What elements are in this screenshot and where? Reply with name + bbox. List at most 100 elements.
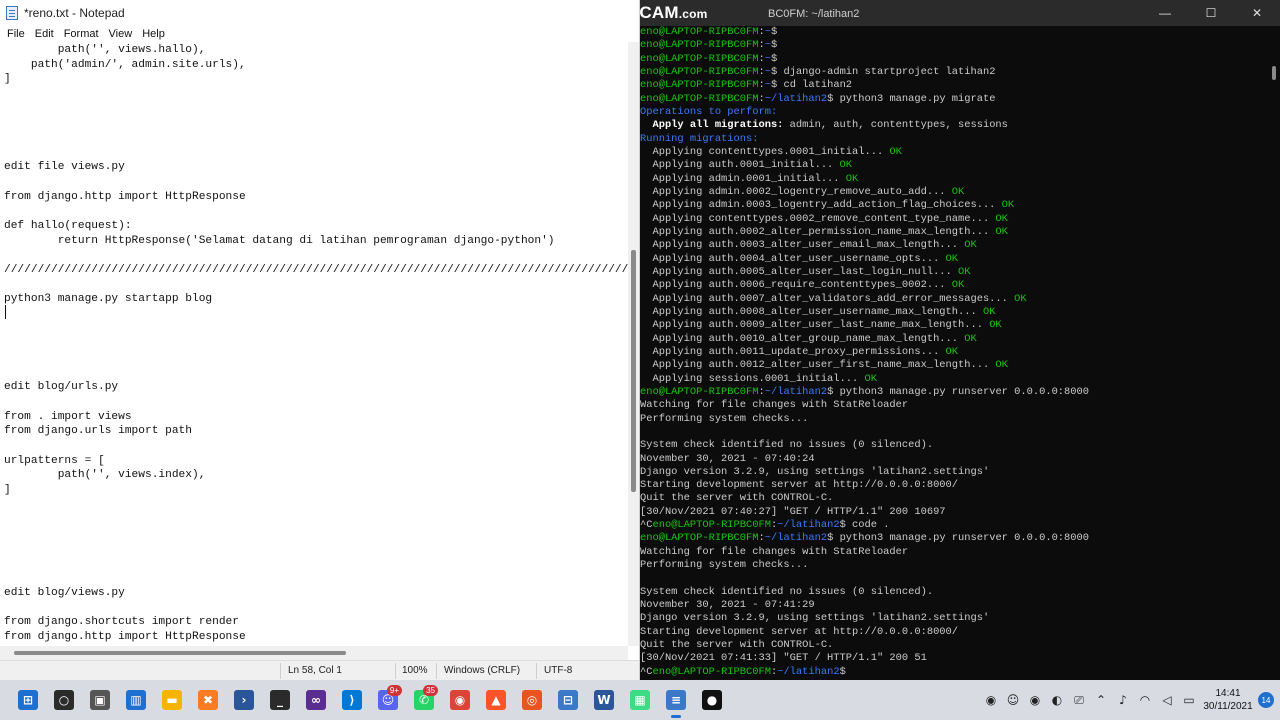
terminal-line: Applying admin.0002_logentry_remove_auto… xyxy=(640,186,1268,199)
notification-badge[interactable]: 14 xyxy=(1258,692,1274,708)
scroll-thumb[interactable] xyxy=(631,250,636,492)
android-app[interactable]: ▦ xyxy=(622,680,658,720)
terminal-text: Quit the server with CONTROL-C. xyxy=(640,639,834,652)
editor-line: def hallo(request): xyxy=(4,220,132,233)
terminal-line: ^Ceno@LAPTOP-RIPBC0FM:~/latihan2$ xyxy=(640,666,1268,679)
terminal-text: Applying auth.0001_initial... xyxy=(640,159,834,172)
menu-view[interactable]: View xyxy=(104,28,138,40)
terminal-line: Applying auth.0006_require_contenttypes_… xyxy=(640,279,1268,292)
scroll-thumb[interactable] xyxy=(1272,66,1276,80)
notepad-title: *reno.txt - Notepad xyxy=(24,6,125,20)
shield-tray-icon[interactable]: ◐ xyxy=(1046,680,1068,720)
search-button[interactable]: ○ xyxy=(46,680,82,720)
network-tool-app[interactable]: ⊟ xyxy=(550,680,586,720)
terminal-scrollbar[interactable] xyxy=(1268,26,1280,680)
terminal-text: Applying auth.0010_alter_group_name_max_… xyxy=(640,332,959,345)
wifi-icon[interactable]: ◠ xyxy=(1134,680,1156,720)
terminal-text: Starting development server at http://0.… xyxy=(640,479,959,492)
prompt-user: eno@LAPTOP-RIPBC0FM xyxy=(640,385,759,398)
prompt-user: eno@LAPTOP-RIPBC0FM xyxy=(640,52,759,65)
terminal-output[interactable]: eno@LAPTOP-RIPBC0FM:~$ eno@LAPTOP-RIPBC0F… xyxy=(640,26,1268,680)
widgets-button[interactable]: ▥ xyxy=(118,680,154,720)
brave-app[interactable]: ▲ xyxy=(478,680,514,720)
editor-line: ////////////////////////////////////////… xyxy=(4,264,628,277)
editor-line: from django.urls import path xyxy=(4,425,192,438)
terminal-text: OK xyxy=(945,185,965,198)
terminal-text: OK xyxy=(951,265,971,278)
word-icon: W xyxy=(594,690,614,710)
terminal-app[interactable]: _ xyxy=(262,680,298,720)
terminal-titlebar[interactable]: BC0FM: ~/latihan2 — ☐ ✕ xyxy=(640,0,1280,26)
prompt-path: ~/latihan2 xyxy=(777,519,840,532)
terminal-text: Applying auth.0006_require_contenttypes_… xyxy=(640,279,946,292)
word-app[interactable]: W xyxy=(586,680,622,720)
xampp-icon: ✖ xyxy=(198,690,218,710)
terminal-text: Applying contenttypes.0001_initial... xyxy=(640,145,884,158)
terminal-text: OK xyxy=(858,372,877,385)
maximize-button[interactable]: ☐ xyxy=(1188,0,1234,26)
terminal-text: OK xyxy=(989,359,1008,372)
prompt-path: ~/latihan2 xyxy=(777,665,840,678)
microphone-icon[interactable]: ♪ xyxy=(1112,680,1134,720)
discord-tray-icon[interactable]: ☺ xyxy=(1002,680,1024,720)
editor-line: edit file views.py xyxy=(4,161,125,174)
terminal-text: $ xyxy=(770,26,778,38)
chevron-up-icon[interactable]: ⌃ xyxy=(1090,680,1112,720)
record-tray-icon[interactable]: ◉ xyxy=(980,680,1002,720)
powershell-icon: › xyxy=(234,690,254,710)
ubuntu-icon: ◎ xyxy=(522,690,542,710)
terminal-text: System check identified no issues (0 sil… xyxy=(640,585,934,598)
battery-icon[interactable]: ▭ xyxy=(1178,680,1200,720)
terminal-text: ^C xyxy=(640,665,653,678)
status-separator xyxy=(280,663,281,679)
close-button[interactable]: ✕ xyxy=(1234,0,1280,26)
terminal-line: Running migrations: xyxy=(640,133,1268,146)
notepad-vertical-scrollbar[interactable] xyxy=(628,42,639,646)
file-explorer-app[interactable]: ▬ xyxy=(154,680,190,720)
start-button[interactable]: ⊞ xyxy=(10,680,46,720)
terminal-text: Applying auth.0005_alter_user_last_login… xyxy=(640,265,952,278)
clock[interactable]: 14:41 30/11/2021 xyxy=(1200,687,1256,713)
bandicam-app[interactable]: ● xyxy=(694,680,730,720)
terminal-line: Operations to perform: xyxy=(640,106,1268,119)
minimize-button[interactable]: — xyxy=(1142,0,1188,26)
usb-tray-icon[interactable]: ⎚ xyxy=(1068,680,1090,720)
terminal-text: Performing system checks... xyxy=(640,559,809,572)
terminal-text: Performing system checks... xyxy=(640,412,809,425)
menu-help[interactable]: Help xyxy=(137,28,170,40)
menu-file[interactable]: File xyxy=(2,28,30,40)
whatsapp-app[interactable]: ✆ 35 xyxy=(406,680,442,720)
vscode-app[interactable]: ⟩ xyxy=(334,680,370,720)
chrome-app[interactable]: ◉ xyxy=(442,680,478,720)
discord-app[interactable]: ☺ 9+ xyxy=(370,680,406,720)
notepad-text-area[interactable]: path('', views.hallo), path('admin/', ad… xyxy=(0,42,628,646)
terminal-text: OK xyxy=(982,319,1002,332)
search-icon: ○ xyxy=(54,690,74,710)
menu-format[interactable]: Format xyxy=(59,28,104,40)
menu-edit[interactable]: Edit xyxy=(30,28,59,40)
chrome-tray-icon[interactable]: ◉ xyxy=(1024,680,1046,720)
terminal-text: Watching for file changes with StatReloa… xyxy=(640,399,909,412)
terminal-line: Applying auth.0009_alter_user_last_name_… xyxy=(640,319,1268,332)
powershell-app[interactable]: › xyxy=(226,680,262,720)
bandicam-watermark: www.BANDICAM.com xyxy=(540,3,708,23)
notepad-app[interactable]: ≡ xyxy=(658,680,694,720)
terminal-line: Applying auth.0007_alter_validators_add_… xyxy=(640,293,1268,306)
terminal-line: November 30, 2021 - 07:41:29 xyxy=(640,599,1268,612)
notepad-icon xyxy=(6,6,18,20)
vs-app[interactable]: ∞ xyxy=(298,680,334,720)
terminal-line: Applying auth.0010_alter_group_name_max_… xyxy=(640,333,1268,346)
terminal-line: Watching for file changes with StatReloa… xyxy=(640,399,1268,412)
record-icon: ● xyxy=(702,690,722,710)
scroll-thumb[interactable] xyxy=(14,651,346,655)
notepad-horizontal-scrollbar[interactable] xyxy=(0,646,628,660)
terminal-line: System check identified no issues (0 sil… xyxy=(640,586,1268,599)
speaker-icon[interactable]: ◁ xyxy=(1156,680,1178,720)
task-view-button[interactable]: ▣ xyxy=(82,680,118,720)
ubuntu-app[interactable]: ◎ xyxy=(514,680,550,720)
xampp-app[interactable]: ✖ xyxy=(190,680,226,720)
